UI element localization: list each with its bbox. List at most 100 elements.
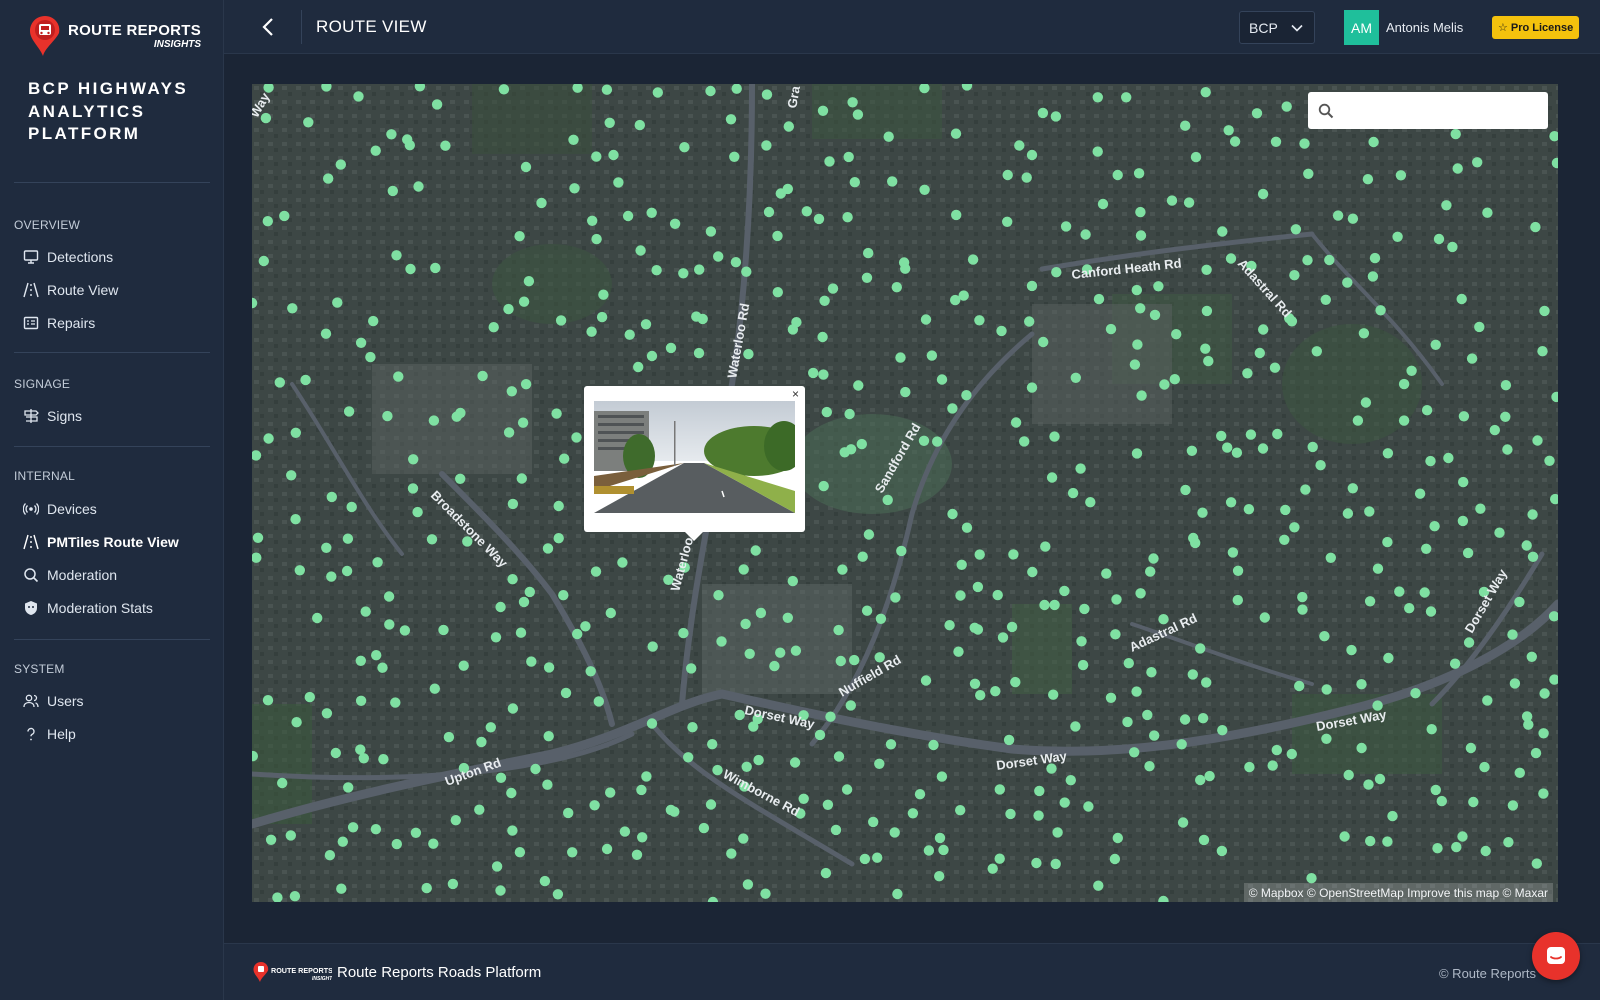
detection-dot[interactable]: [613, 177, 624, 188]
detection-dot[interactable]: [605, 787, 616, 798]
detection-dot[interactable]: [1201, 305, 1213, 317]
detection-dot[interactable]: [1406, 365, 1417, 376]
detection-dot[interactable]: [936, 771, 948, 782]
detection-dot[interactable]: [608, 149, 619, 161]
detection-dot[interactable]: [1244, 761, 1255, 773]
detection-dot[interactable]: [907, 808, 919, 819]
detection-dot[interactable]: [337, 836, 348, 847]
detection-dot[interactable]: [951, 209, 962, 221]
detection-dot[interactable]: [507, 825, 518, 836]
detection-dot[interactable]: [1258, 324, 1269, 335]
detection-dot[interactable]: [593, 696, 604, 707]
detection-dot[interactable]: [622, 210, 634, 222]
detection-dot[interactable]: [1146, 667, 1157, 678]
detection-dot[interactable]: [1494, 527, 1505, 538]
detection-dot[interactable]: [1457, 831, 1468, 842]
detection-dot[interactable]: [772, 287, 783, 298]
detection-dot[interactable]: [1059, 585, 1070, 597]
detection-dot[interactable]: [1325, 552, 1337, 563]
route-map[interactable]: Way Gra Waterloo Rd Canford Heath Rd Ada…: [252, 84, 1558, 902]
detection-dot[interactable]: [326, 571, 337, 582]
detection-dot[interactable]: [1038, 336, 1049, 348]
detection-dot[interactable]: [1286, 748, 1298, 760]
detection-dot[interactable]: [1149, 730, 1160, 741]
detection-dot[interactable]: [633, 361, 644, 373]
detection-dot[interactable]: [515, 627, 527, 638]
detection-dot[interactable]: [837, 564, 848, 575]
detection-dot[interactable]: [967, 254, 979, 265]
detection-dot[interactable]: [323, 173, 334, 184]
detection-dot[interactable]: [1021, 172, 1032, 183]
detection-dot[interactable]: [1136, 390, 1147, 401]
detection-dot[interactable]: [1382, 536, 1393, 548]
detection-dot[interactable]: [1443, 452, 1454, 464]
detection-dot[interactable]: [399, 625, 411, 636]
detection-dot[interactable]: [252, 532, 264, 543]
detection-dot[interactable]: [738, 833, 749, 844]
detection-dot[interactable]: [868, 816, 879, 828]
detection-dot[interactable]: [1503, 837, 1514, 848]
detection-dot[interactable]: [1059, 797, 1070, 808]
detection-dot[interactable]: [852, 109, 864, 120]
detection-dot[interactable]: [1456, 293, 1467, 305]
detection-dot[interactable]: [926, 350, 938, 361]
detection-dot[interactable]: [892, 888, 903, 900]
detection-dot[interactable]: [1019, 436, 1030, 447]
detection-dot[interactable]: [1026, 280, 1038, 292]
detection-dot[interactable]: [818, 369, 829, 380]
detection-dot[interactable]: [678, 268, 689, 279]
detection-dot[interactable]: [923, 845, 935, 856]
detection-dot[interactable]: [1463, 637, 1475, 648]
detection-dot[interactable]: [326, 491, 337, 503]
detection-dot[interactable]: [1229, 136, 1241, 147]
detection-dot[interactable]: [1177, 817, 1189, 828]
detection-dot[interactable]: [386, 129, 397, 140]
detection-dot[interactable]: [1462, 547, 1474, 559]
detection-dot[interactable]: [707, 739, 718, 750]
detection-dot[interactable]: [641, 771, 652, 782]
detection-dot[interactable]: [1159, 379, 1170, 390]
detection-dot[interactable]: [1452, 163, 1463, 174]
detection-dot[interactable]: [1394, 586, 1405, 597]
detection-dot[interactable]: [371, 650, 382, 661]
detection-dot[interactable]: [744, 648, 755, 659]
detection-dot[interactable]: [895, 352, 906, 363]
detection-dot[interactable]: [1083, 801, 1094, 812]
detection-dot[interactable]: [1225, 253, 1237, 264]
detection-dot[interactable]: [1105, 692, 1117, 703]
detection-dot[interactable]: [553, 533, 564, 544]
detection-dot[interactable]: [972, 581, 984, 593]
detection-dot[interactable]: [1149, 309, 1161, 321]
detection-dot[interactable]: [1538, 788, 1549, 799]
back-button[interactable]: [254, 13, 282, 41]
detection-dot[interactable]: [368, 315, 379, 327]
detection-dot[interactable]: [808, 367, 819, 379]
detection-dot[interactable]: [817, 331, 828, 343]
detection-dot[interactable]: [1289, 270, 1300, 281]
detection-dot[interactable]: [355, 337, 367, 348]
detection-dot[interactable]: [1122, 716, 1133, 728]
detection-dot[interactable]: [370, 824, 382, 835]
detection-dot[interactable]: [1227, 547, 1239, 558]
detection-dot[interactable]: [716, 636, 727, 647]
detection-dot[interactable]: [1050, 111, 1062, 122]
detection-dot[interactable]: [1040, 541, 1051, 552]
detection-dot[interactable]: [585, 666, 596, 677]
detection-dot[interactable]: [572, 628, 583, 640]
detection-dot[interactable]: [738, 564, 749, 575]
detection-dot[interactable]: [290, 514, 301, 525]
sidebar-item-devices[interactable]: Devices: [14, 494, 210, 524]
detection-dot[interactable]: [1075, 463, 1086, 474]
detection-dot[interactable]: [1352, 415, 1364, 426]
detection-dot[interactable]: [477, 370, 488, 382]
detection-dot[interactable]: [1109, 853, 1121, 865]
detection-dot[interactable]: [336, 883, 347, 894]
detection-dot[interactable]: [761, 140, 772, 151]
detection-dot[interactable]: [775, 647, 786, 658]
detection-dot[interactable]: [530, 763, 541, 775]
detection-dot[interactable]: [1180, 484, 1191, 496]
detection-dot[interactable]: [782, 183, 793, 195]
detection-dot[interactable]: [503, 427, 515, 438]
detection-dot[interactable]: [343, 782, 354, 793]
detection-dot[interactable]: [1232, 565, 1244, 576]
